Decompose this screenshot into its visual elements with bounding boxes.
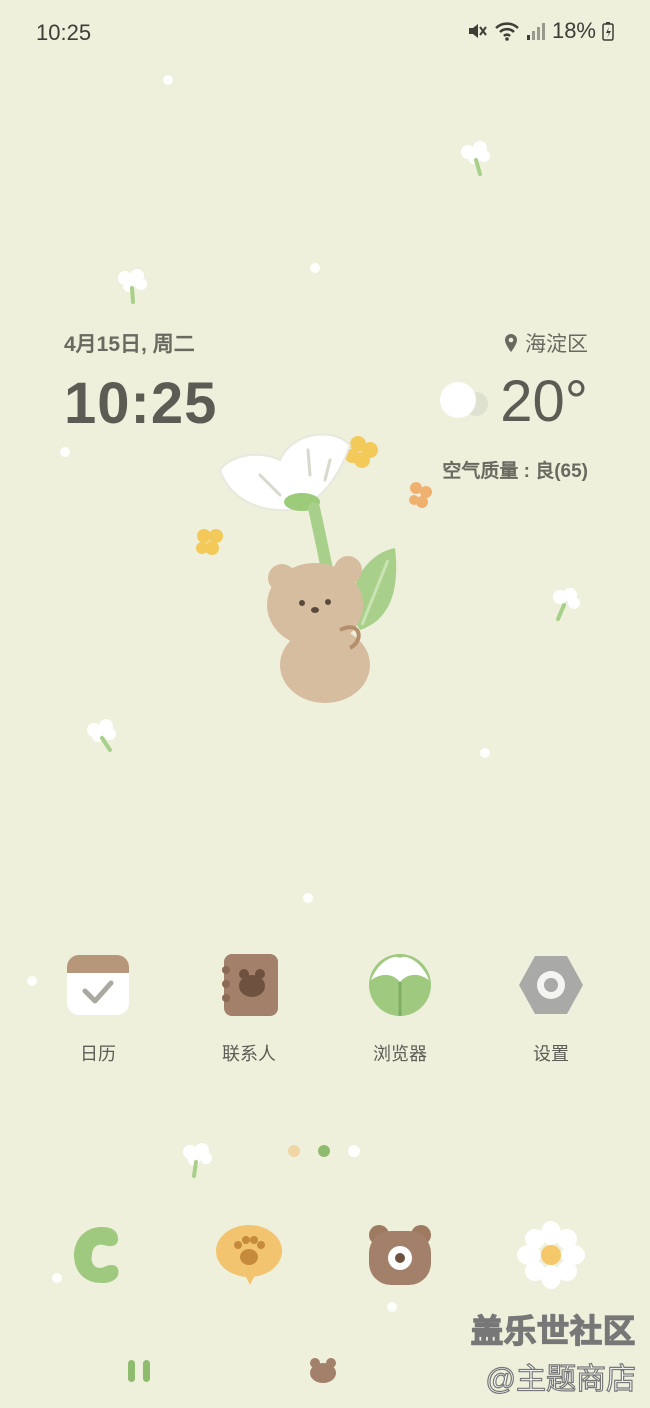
browser-icon: [365, 950, 435, 1020]
battery-percent: 18%: [551, 18, 596, 43]
flower-decoration: [87, 719, 116, 752]
watermark-at: @: [485, 1362, 517, 1396]
page-dot[interactable]: [348, 1145, 360, 1157]
flower-decoration: [183, 1143, 212, 1178]
watermark-store: 主题商店: [515, 1362, 636, 1396]
phone-icon: [74, 1227, 119, 1283]
dock-phone[interactable]: [58, 1215, 138, 1295]
bear-illustration: [196, 433, 432, 703]
nav-home-button[interactable]: [308, 1356, 338, 1384]
sparkle-decoration: [387, 1302, 397, 1312]
partly-cloudy-icon: [440, 382, 488, 418]
sparkle-decoration: [27, 976, 37, 986]
app-label: 浏览器: [373, 1044, 427, 1064]
nav-recents-button[interactable]: [128, 1360, 150, 1382]
contacts-icon: [214, 950, 284, 1020]
recents-bar-icon: [128, 1360, 135, 1382]
wifi-icon: [495, 22, 519, 41]
page-dot-active[interactable]: [318, 1145, 330, 1157]
mute-icon: [468, 24, 487, 38]
widget-air-quality: 空气质量 : 良(65): [442, 461, 588, 482]
flower-decoration: [553, 588, 580, 621]
sparkle-decoration: [60, 447, 70, 457]
battery-charging-icon: [602, 22, 614, 41]
page-indicator[interactable]: [288, 1145, 360, 1157]
recents-bar-icon: [143, 1360, 150, 1382]
dock-messages[interactable]: [209, 1215, 289, 1295]
location-label: 海淀区: [525, 333, 588, 356]
widget-date: 4月15日, 周二: [64, 333, 195, 356]
app-browser[interactable]: 浏览器: [345, 950, 455, 1066]
watermark-title: 盖乐世社区: [470, 1312, 636, 1350]
widget-location[interactable]: 海淀区: [503, 328, 588, 358]
app-label: 联系人: [222, 1044, 276, 1064]
sparkle-decoration: [480, 748, 490, 758]
flower-decoration: [461, 141, 490, 176]
gallery-icon: [517, 1221, 585, 1289]
app-label: 设置: [533, 1044, 569, 1064]
status-icons: 18%: [466, 18, 614, 44]
app-label: 日历: [80, 1044, 116, 1064]
sparkle-decoration: [303, 893, 313, 903]
app-contacts[interactable]: 联系人: [194, 950, 304, 1066]
sparkle-decoration: [310, 263, 320, 273]
app-calendar[interactable]: 日历: [43, 950, 153, 1066]
calendar-icon: [63, 950, 133, 1020]
signal-icon: [526, 23, 545, 40]
settings-icon: [516, 950, 586, 1020]
sparkle-decoration: [163, 75, 173, 85]
camera-icon: [369, 1225, 431, 1285]
status-time: 10:25: [36, 20, 92, 45]
dock-camera[interactable]: [360, 1215, 440, 1295]
watermark-subtitle: @主题商店: [485, 1354, 637, 1398]
app-settings[interactable]: 设置: [496, 950, 606, 1066]
dock-gallery[interactable]: [511, 1215, 591, 1295]
widget-temperature[interactable]: 20°: [500, 368, 588, 435]
page-dot[interactable]: [288, 1145, 300, 1157]
flower-decoration: [118, 269, 147, 304]
messages-icon: [216, 1225, 282, 1285]
location-pin-icon: [505, 334, 517, 352]
